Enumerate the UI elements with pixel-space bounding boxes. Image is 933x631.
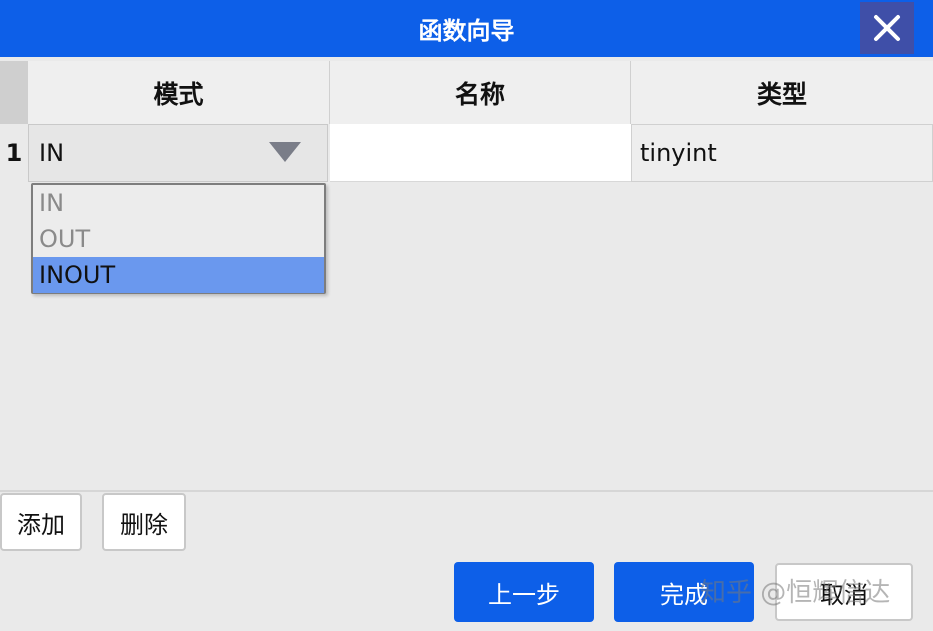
- add-button[interactable]: 添加: [0, 493, 82, 551]
- delete-button[interactable]: 删除: [102, 493, 186, 551]
- name-input[interactable]: [330, 124, 631, 182]
- mode-select[interactable]: IN: [28, 124, 328, 182]
- close-icon: [874, 15, 900, 41]
- table-header: 模式 名称 类型: [0, 61, 933, 124]
- table-row: 1 IN tinyint: [0, 124, 933, 182]
- column-header-name: 名称: [330, 61, 631, 124]
- dropdown-option-inout[interactable]: INOUT: [33, 257, 324, 293]
- finish-button[interactable]: 完成: [614, 562, 754, 622]
- divider: [0, 490, 933, 492]
- chevron-down-icon[interactable]: [269, 142, 301, 162]
- dialog-title-bar: 函数向导: [0, 0, 933, 57]
- column-header-type: 类型: [631, 61, 933, 124]
- dropdown-option-out[interactable]: OUT: [33, 221, 324, 257]
- mode-dropdown-list: IN OUT INOUT: [31, 183, 326, 294]
- close-button[interactable]: [860, 2, 914, 54]
- cancel-button[interactable]: 取消: [775, 563, 913, 621]
- prev-button[interactable]: 上一步: [454, 562, 594, 622]
- type-cell[interactable]: tinyint: [631, 124, 933, 182]
- table-corner: [0, 61, 28, 124]
- dialog-title: 函数向导: [418, 17, 515, 45]
- row-number: 1: [0, 124, 28, 182]
- column-header-mode: 模式: [28, 61, 330, 124]
- mode-select-value: IN: [39, 139, 65, 167]
- dropdown-option-in[interactable]: IN: [33, 185, 324, 221]
